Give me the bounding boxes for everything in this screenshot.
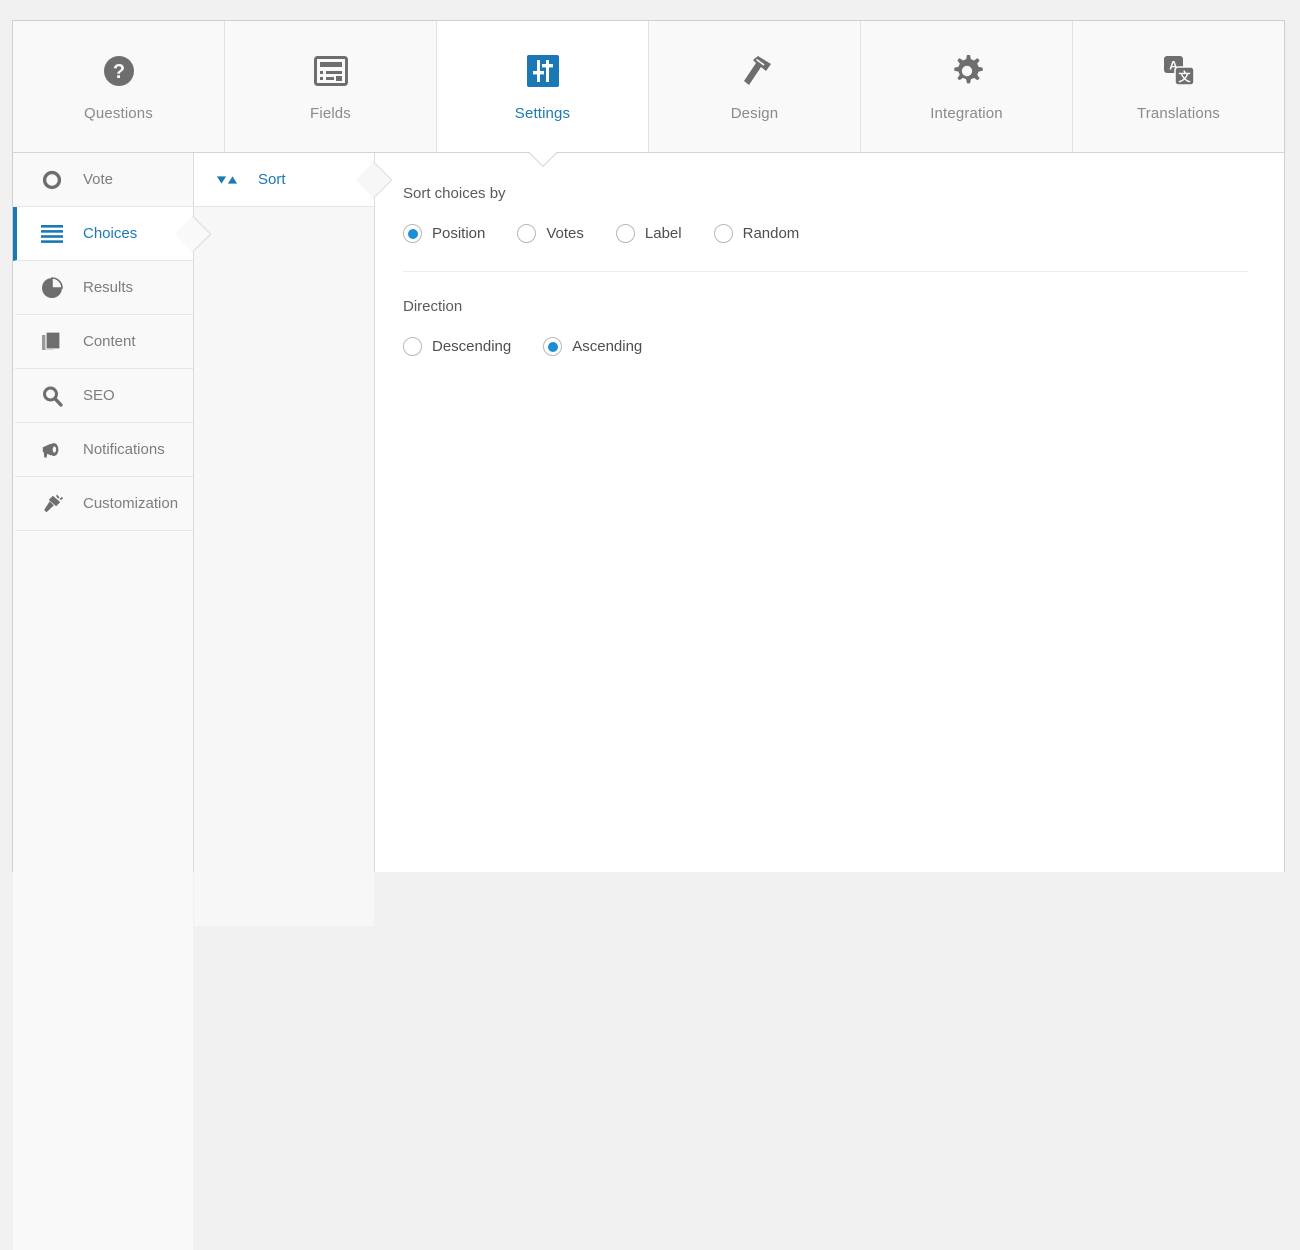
direction-label: Direction [403, 298, 463, 315]
tab-questions[interactable]: ? Questions [13, 21, 225, 152]
tab-translations[interactable]: A 文 Translations [1073, 21, 1284, 152]
sidebar-item-vote[interactable]: Vote [13, 153, 193, 207]
circle-outline-icon [41, 169, 63, 191]
sort-by-radio-group: Position Votes Label Random [403, 224, 1248, 243]
tab-label: Translations [1137, 105, 1220, 122]
radio-indicator[interactable] [713, 224, 733, 243]
settings-sidebar: Vote Choices Results Content SEO Notific… [13, 153, 212, 1250]
sidebar-item-label: Notifications [83, 441, 165, 458]
radio-label: Descending [432, 338, 512, 355]
sidebar-item-label: Content [83, 333, 136, 350]
radio-label: Label [644, 225, 682, 242]
tab-settings[interactable]: Settings [437, 21, 649, 168]
sidebar-item-content[interactable]: Content [13, 315, 193, 369]
sidebar-empty-space [13, 531, 193, 1250]
direction-radio-group: Descending Ascending [403, 337, 1248, 356]
radio-option-ascending[interactable]: Ascending [543, 337, 642, 356]
tab-label: Questions [84, 105, 153, 122]
radio-label: Votes [546, 225, 584, 242]
subnav-item-label: Sort [258, 171, 286, 188]
sidebar-item-label: Vote [83, 171, 114, 188]
sidebar-item-results[interactable]: Results [13, 261, 193, 315]
sort-by-label: Sort choices by [403, 185, 506, 202]
tab-label: Design [730, 105, 779, 122]
subnav-empty-space [194, 207, 374, 926]
radio-indicator[interactable] [543, 337, 563, 356]
tab-fields[interactable]: Fields [225, 21, 437, 152]
editor-panel: ? Questions Fields Settings Design Integ… [12, 20, 1285, 1250]
editor-body: Vote Choices Results Content SEO Notific… [13, 153, 1284, 1250]
sliders-settings-icon [526, 51, 560, 91]
radio-option-descending[interactable]: Descending [403, 337, 511, 356]
settings-content: Sort choices by Position Votes Label Ran… [375, 153, 1284, 872]
radio-option-votes[interactable]: Votes [517, 224, 584, 243]
radio-label: Position [432, 225, 486, 242]
list-lines-icon [41, 223, 63, 245]
radio-indicator[interactable] [615, 224, 635, 243]
subnav-item-sort[interactable]: Sort [194, 153, 393, 207]
pie-chart-icon [41, 276, 63, 299]
magnifier-icon [41, 385, 63, 407]
sort-by-group: Sort choices by Position Votes Label Ran… [403, 185, 1248, 243]
radio-label: Random [742, 225, 800, 242]
sidebar-item-choices[interactable]: Choices [13, 207, 212, 261]
radio-option-position[interactable]: Position [403, 224, 485, 243]
direction-group: Direction Descending Ascending [403, 272, 1248, 356]
radio-indicator[interactable] [517, 224, 537, 243]
question-mark-circle-icon: ? [102, 51, 136, 91]
tab-label: Integration [930, 105, 1003, 122]
radio-option-label[interactable]: Label [615, 224, 682, 243]
sidebar-item-seo[interactable]: SEO [13, 369, 193, 423]
radio-option-random[interactable]: Random [713, 224, 800, 243]
tab-design[interactable]: Design [649, 21, 861, 152]
tab-label: Settings [514, 105, 571, 122]
radio-label: Ascending [572, 338, 643, 355]
sidebar-item-label: Results [83, 279, 134, 296]
tab-integration[interactable]: Integration [861, 21, 1073, 152]
form-fields-icon [313, 51, 348, 91]
radio-indicator[interactable] [403, 337, 422, 356]
sidebar-item-label: SEO [83, 387, 115, 404]
svg-text:?: ? [112, 61, 124, 83]
radio-indicator[interactable] [403, 224, 422, 243]
translate-icon: A 文 [1161, 51, 1197, 91]
sidebar-item-customization[interactable]: Customization [13, 477, 193, 531]
sidebar-item-notifications[interactable]: Notifications [13, 423, 193, 477]
sidebar-item-label: Choices [83, 225, 138, 242]
gear-icon [950, 51, 984, 91]
plug-icon [41, 493, 63, 515]
stacked-pages-icon [41, 330, 63, 353]
sidebar-item-label: Customization [83, 495, 179, 512]
megaphone-icon [41, 439, 63, 461]
settings-subnav: Sort [194, 153, 393, 926]
svg-text:文: 文 [1178, 69, 1191, 84]
hammer-icon [737, 51, 773, 91]
top-tab-bar: ? Questions Fields Settings Design Integ… [13, 21, 1284, 168]
tab-label: Fields [310, 105, 351, 122]
sort-arrows-icon [216, 169, 238, 191]
